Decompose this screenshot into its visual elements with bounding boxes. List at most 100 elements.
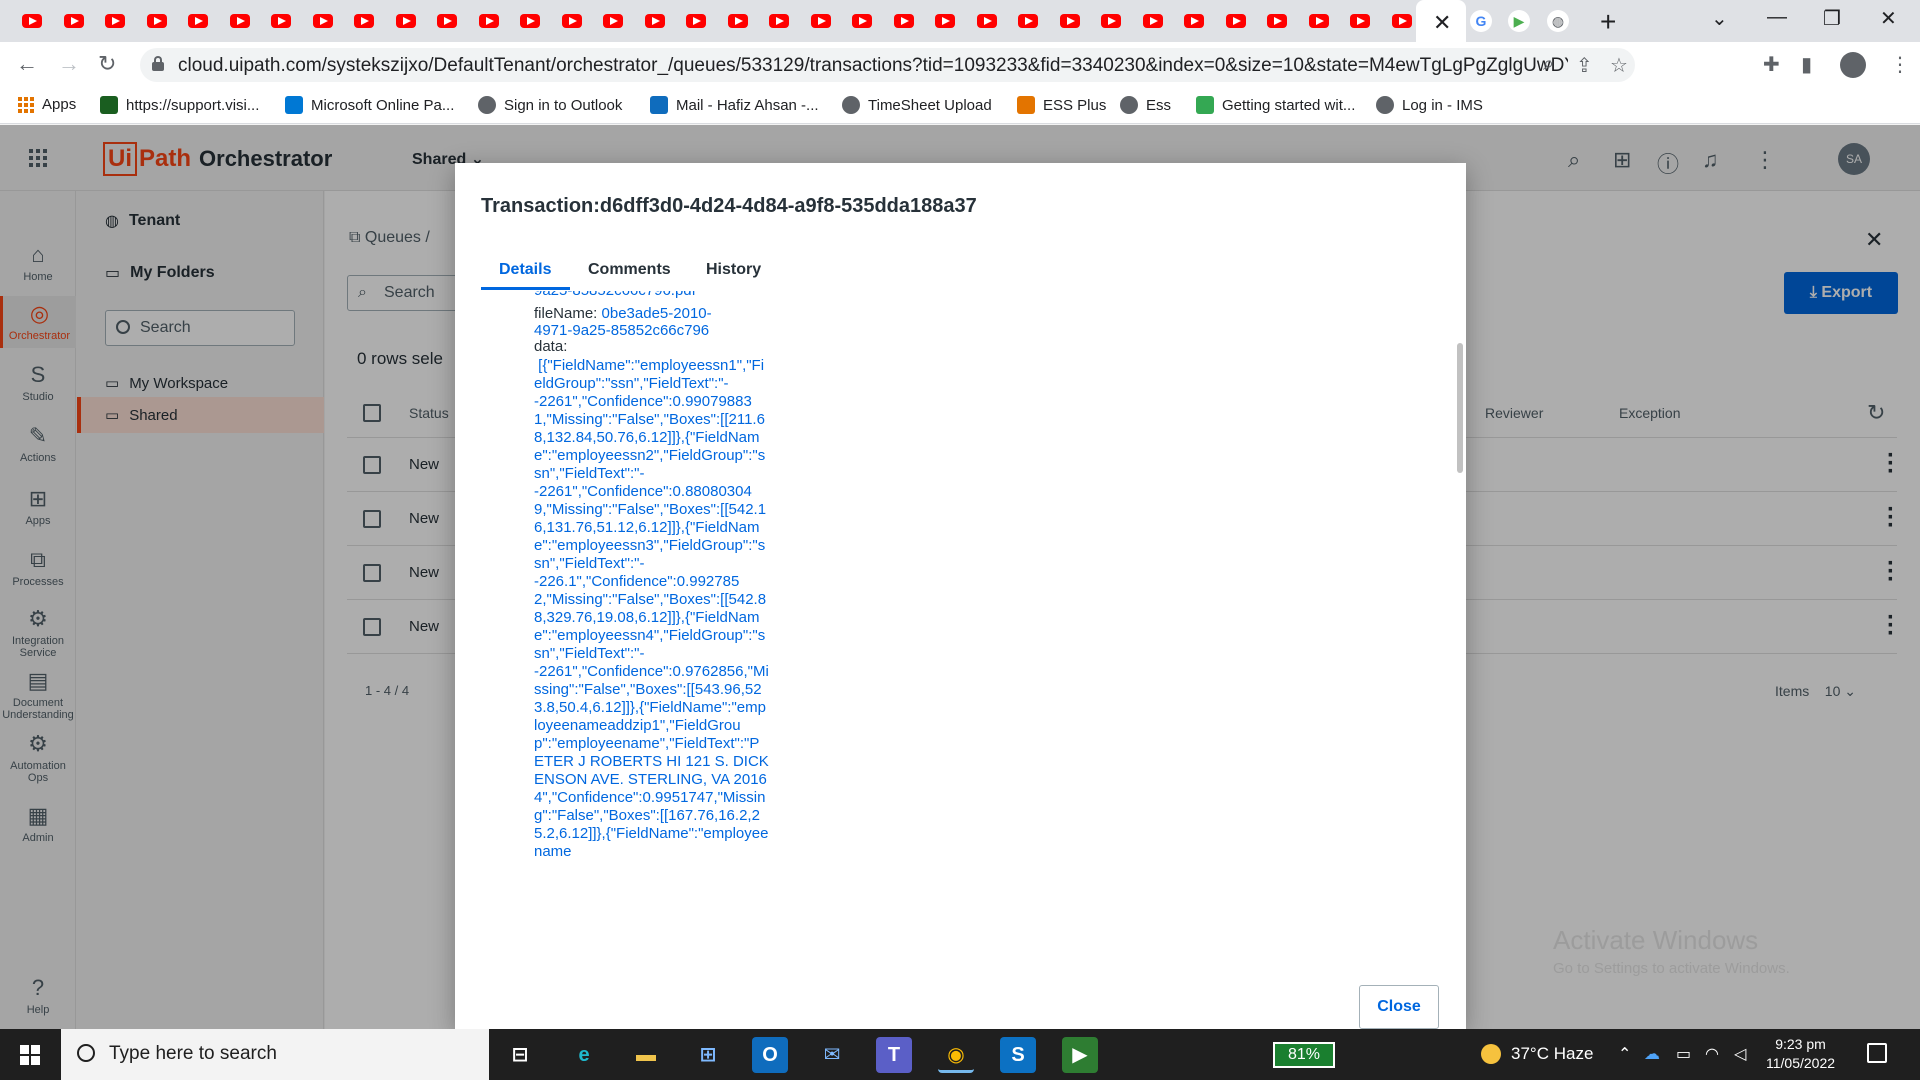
youtube-tab[interactable]: [1010, 7, 1052, 35]
back-icon[interactable]: ←: [16, 51, 38, 77]
youtube-tab[interactable]: [844, 7, 886, 35]
google-tab-icon[interactable]: G: [1470, 10, 1492, 32]
youtube-tab[interactable]: [305, 7, 347, 35]
outlook-icon[interactable]: O: [752, 1037, 788, 1073]
bookmark-star-icon[interactable]: ☆: [1610, 53, 1628, 78]
bookmark-item[interactable]: ESS Plus: [1017, 96, 1106, 114]
taskbar-search-box[interactable]: Type here to search: [61, 1029, 489, 1080]
bookmark-item[interactable]: Apps: [18, 96, 76, 113]
minimize-icon[interactable]: —: [1767, 6, 1787, 29]
dialog-scrollbar[interactable]: [1457, 343, 1463, 473]
bookmark-item[interactable]: Ess: [1120, 96, 1171, 114]
task-view-icon[interactable]: ⊟: [502, 1037, 538, 1073]
youtube-tab[interactable]: [14, 7, 56, 35]
extensions-icon[interactable]: ✚: [1763, 52, 1780, 77]
youtube-icon: [271, 14, 291, 28]
youtube-tab[interactable]: [637, 7, 679, 35]
forward-icon[interactable]: →: [58, 51, 80, 77]
lock-icon[interactable]: [152, 56, 164, 71]
restore-icon[interactable]: ❐: [1823, 6, 1841, 31]
youtube-tab[interactable]: [1301, 7, 1343, 35]
youtube-tab[interactable]: [222, 7, 264, 35]
youtube-tab[interactable]: [1342, 7, 1384, 35]
volume-icon[interactable]: ◁: [1734, 1044, 1746, 1064]
wifi-icon[interactable]: ◠: [1705, 1044, 1719, 1064]
teams-icon[interactable]: T: [876, 1037, 912, 1073]
notification-center-icon[interactable]: [1867, 1043, 1887, 1063]
youtube-tab[interactable]: [595, 7, 637, 35]
edge-icon[interactable]: e: [566, 1037, 602, 1073]
youtube-tab[interactable]: [263, 7, 305, 35]
close-window-icon[interactable]: ✕: [1880, 6, 1897, 31]
windows-start-icon[interactable]: [20, 1045, 40, 1065]
youtube-tab[interactable]: [1093, 7, 1135, 35]
tab-search-icon[interactable]: ⌄: [1711, 6, 1728, 31]
youtube-tab[interactable]: [346, 7, 388, 35]
extension-tab-icon[interactable]: ▶: [1508, 10, 1530, 32]
bookmark-item[interactable]: Sign in to Outlook: [478, 96, 622, 114]
youtube-tab[interactable]: [886, 7, 928, 35]
youtube-tab[interactable]: [1135, 7, 1177, 35]
tab-details[interactable]: Details: [499, 261, 551, 279]
bookmark-item[interactable]: Getting started wit...: [1196, 96, 1355, 114]
youtube-tab[interactable]: [512, 7, 554, 35]
youtube-tab[interactable]: [471, 7, 513, 35]
youtube-icon: [229, 14, 250, 28]
youtube-icon: [146, 14, 167, 28]
youtube-tab[interactable]: [927, 7, 969, 35]
globe-tab-icon[interactable]: ◍: [1547, 10, 1569, 32]
youtube-tab[interactable]: [97, 7, 139, 35]
tab-comments[interactable]: Comments: [588, 261, 671, 279]
battery-tray-icon[interactable]: ▭: [1676, 1044, 1691, 1064]
close-tab-icon[interactable]: ✕: [1433, 10, 1451, 36]
active-tab[interactable]: ✕: [1416, 0, 1466, 42]
youtube-icon: [935, 14, 955, 28]
uipath-studio-icon[interactable]: S: [1000, 1037, 1036, 1073]
youtube-tab[interactable]: [56, 7, 98, 35]
chrome-profile-avatar[interactable]: [1840, 52, 1866, 78]
bookmark-item[interactable]: Mail - Hafiz Ahsan -...: [650, 96, 819, 114]
battery-indicator[interactable]: 81%: [1273, 1042, 1335, 1068]
windows-taskbar: Type here to search ⊟ e ▬ ⊞ O ✉ T ◉ S ▶ …: [0, 1029, 1920, 1080]
bookmark-item[interactable]: https://support.visi...: [100, 96, 259, 114]
youtube-icon: [105, 14, 125, 28]
store-icon[interactable]: ⊞: [690, 1037, 726, 1073]
bookmark-item[interactable]: TimeSheet Upload: [842, 96, 992, 114]
youtube-tab[interactable]: [803, 7, 845, 35]
file-explorer-icon[interactable]: ▬: [628, 1037, 664, 1073]
onedrive-icon[interactable]: ☁: [1644, 1044, 1660, 1064]
bookmark-item[interactable]: Log in - IMS: [1376, 96, 1483, 114]
zoom-icon[interactable]: ⌕: [1543, 53, 1554, 76]
details-content[interactable]: 9a25-85852c66c796.pdf fileName: 0be3ade5…: [455, 291, 1448, 891]
youtube-tab[interactable]: [678, 7, 720, 35]
youtube-tab[interactable]: [1176, 7, 1218, 35]
close-button[interactable]: Close: [1359, 985, 1439, 1029]
youtube-tab[interactable]: [720, 7, 762, 35]
uipath-assistant-icon[interactable]: ▶: [1062, 1037, 1098, 1073]
chrome-menu-icon[interactable]: ⋮: [1890, 52, 1910, 77]
side-panel-icon[interactable]: ▮: [1801, 52, 1812, 77]
globe-icon: [1120, 96, 1138, 114]
youtube-tab[interactable]: [388, 7, 430, 35]
chrome-icon[interactable]: ◉: [938, 1037, 974, 1073]
youtube-tab[interactable]: [1259, 7, 1301, 35]
tab-history[interactable]: History: [706, 261, 761, 279]
youtube-tab[interactable]: [1052, 7, 1094, 35]
youtube-tab[interactable]: [139, 7, 181, 35]
weather-widget[interactable]: 37°C Haze: [1481, 1044, 1593, 1064]
youtube-tab[interactable]: [969, 7, 1011, 35]
bookmark-item[interactable]: Microsoft Online Pa...: [285, 96, 454, 114]
reload-icon[interactable]: ↻: [98, 51, 116, 77]
share-icon[interactable]: ⇪: [1576, 53, 1593, 78]
mail-icon[interactable]: ✉: [814, 1037, 850, 1073]
youtube-tab[interactable]: [554, 7, 596, 35]
new-tab-button[interactable]: +: [1600, 6, 1616, 38]
address-bar[interactable]: cloud.uipath.com/systekszijxo/DefaultTen…: [140, 48, 1635, 82]
youtube-tab[interactable]: [180, 7, 222, 35]
youtube-tab[interactable]: [761, 7, 803, 35]
youtube-tab[interactable]: [429, 7, 471, 35]
url-text[interactable]: cloud.uipath.com/systekszijxo/DefaultTen…: [178, 55, 1568, 77]
show-hidden-icons[interactable]: ⌃: [1618, 1044, 1631, 1064]
system-clock[interactable]: 9:23 pm 11/05/2022: [1766, 1035, 1835, 1073]
youtube-tab[interactable]: [1218, 7, 1260, 35]
